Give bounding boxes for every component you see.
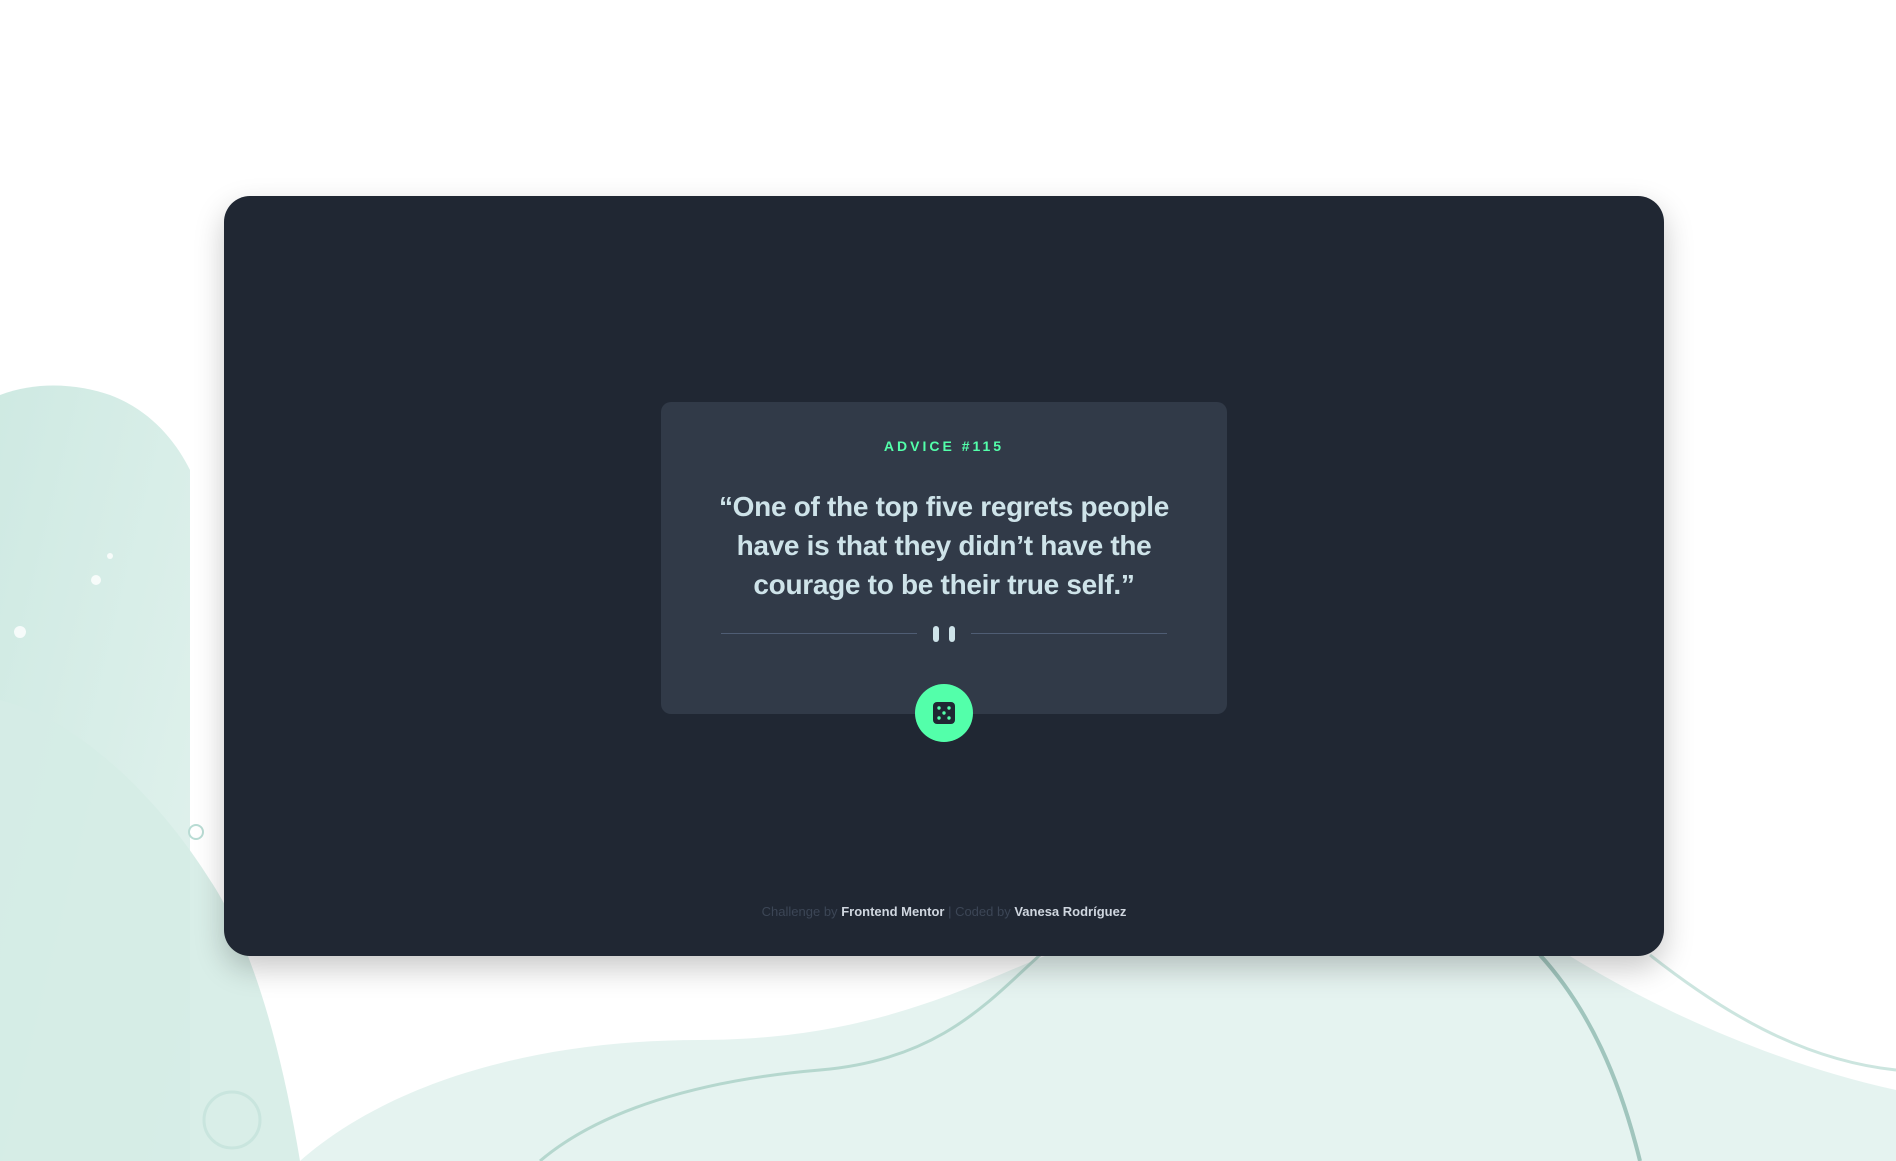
dice-icon (933, 702, 955, 724)
advice-number-label: ADVICE #115 (883, 438, 1005, 454)
app-frame: ADVICE #115 “One of the top five regrets… (224, 196, 1664, 956)
advice-card: ADVICE #115 “One of the top five regrets… (661, 402, 1227, 742)
advice-quote: “One of the top five regrets people have… (718, 491, 1169, 600)
pause-icon (933, 626, 955, 642)
attribution-footer: Challenge by Frontend Mentor | Coded by … (224, 904, 1664, 919)
author-link[interactable]: Vanesa Rodríguez (1014, 904, 1126, 919)
frontend-mentor-link[interactable]: Frontend Mentor (841, 904, 944, 919)
pattern-divider (721, 626, 1167, 642)
challenge-prefix: Challenge by (761, 904, 838, 919)
new-advice-button[interactable] (915, 684, 973, 742)
divider-line-right (971, 633, 1167, 634)
divider-line-left (721, 633, 917, 634)
coded-prefix: | Coded by (948, 904, 1011, 919)
